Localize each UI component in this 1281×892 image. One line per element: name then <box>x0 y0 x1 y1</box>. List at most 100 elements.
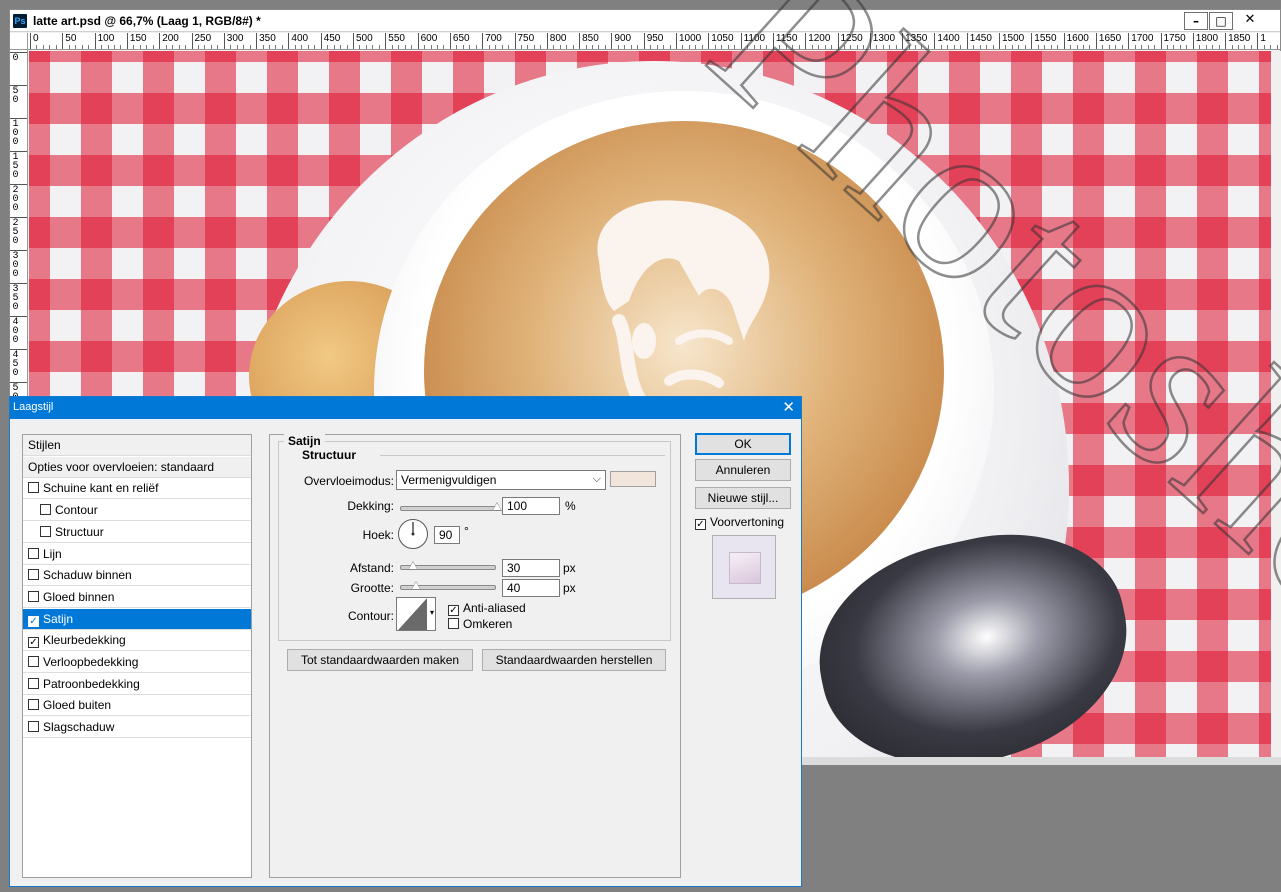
angle-input[interactable]: 90 <box>434 526 460 544</box>
opacity-input[interactable]: 100 <box>502 497 560 515</box>
distance-label: Afstand: <box>349 561 394 575</box>
style-list-item[interactable]: ✓ Kleurbedekking <box>23 630 251 652</box>
checkbox-icon[interactable] <box>28 699 39 711</box>
distance-input[interactable]: 30 <box>502 559 560 577</box>
style-list-item[interactable]: Verloopbedekking <box>23 652 251 673</box>
size-input[interactable]: 40 <box>502 579 560 597</box>
style-list-label: Schaduw binnen <box>43 568 132 583</box>
checkbox-icon[interactable]: ✓ <box>28 615 39 627</box>
style-list-label: Stijlen <box>28 438 61 452</box>
opacity-slider-thumb[interactable] <box>492 502 502 511</box>
ruler-minor-tick <box>411 45 413 49</box>
blend-mode-select[interactable]: Vermenigvuldigen ⌵ <box>396 470 606 490</box>
ruler-minor-tick <box>146 45 148 49</box>
checkbox-icon[interactable] <box>28 590 39 602</box>
distance-slider[interactable] <box>400 561 496 570</box>
ruler-tick-label: 350 <box>256 33 276 49</box>
ruler-minor-tick <box>695 45 697 49</box>
ok-button[interactable]: OK <box>695 433 791 455</box>
ruler-minor-tick <box>779 45 781 49</box>
new-style-button[interactable]: Nieuwe stijl... <box>695 487 791 509</box>
maximize-button[interactable]: □ <box>1209 12 1233 30</box>
opacity-slider[interactable] <box>400 502 502 511</box>
style-list-item[interactable]: Gloed buiten <box>23 695 251 717</box>
ruler-minor-tick <box>701 45 703 49</box>
dialog-titlebar[interactable]: Laagstijl ✕ <box>10 397 801 419</box>
dialog-close-icon[interactable]: ✕ <box>782 398 795 416</box>
close-window-button[interactable]: ✕ <box>1238 12 1262 30</box>
ruler-minor-tick <box>734 45 736 49</box>
style-list-item[interactable]: ✓ Satijn <box>23 608 251 630</box>
ruler-minor-tick <box>759 45 761 49</box>
reset-default-button[interactable]: Standaardwaarden herstellen <box>482 649 666 671</box>
document-titlebar[interactable]: Ps latte art.psd @ 66,7% (Laag 1, RGB/8#… <box>10 10 1280 32</box>
ruler-tick-label: 200 <box>159 33 179 49</box>
make-default-button[interactable]: Tot standaardwaarden maken <box>287 649 473 671</box>
angle-dial[interactable] <box>397 518 429 550</box>
distance-slider-thumb[interactable] <box>407 561 418 570</box>
ruler-minor-tick <box>940 45 942 49</box>
contour-label: Contour: <box>347 609 394 623</box>
style-list-item[interactable]: Patroonbedekking <box>23 674 251 695</box>
style-list-item[interactable]: Gloed binnen <box>23 587 251 608</box>
ruler-minor-tick <box>1173 45 1175 49</box>
ruler-origin[interactable] <box>10 33 28 50</box>
ruler-minor-tick <box>1205 45 1207 49</box>
ruler-minor-tick <box>747 45 749 49</box>
style-list-item[interactable]: Contour <box>23 500 251 522</box>
layer-style-dialog[interactable]: Laagstijl ✕ Stijlen Opties voor overvloei… <box>9 396 802 887</box>
ruler-minor-tick <box>979 45 981 49</box>
ruler-minor-tick <box>927 45 929 49</box>
ruler-minor-tick <box>75 45 77 49</box>
invert-checkbox[interactable]: Omkeren <box>448 617 512 631</box>
styles-list[interactable]: Stijlen Opties voor overvloeien: standaar… <box>22 434 252 878</box>
ruler-minor-tick <box>572 45 574 49</box>
style-list-label: Gloed buiten <box>43 698 112 713</box>
ruler-minor-tick <box>178 45 180 49</box>
checkbox-icon[interactable] <box>28 656 39 667</box>
ruler-minor-tick <box>688 45 690 49</box>
ruler-minor-tick <box>553 45 555 49</box>
size-slider[interactable] <box>400 581 496 590</box>
opacity-unit: % <box>565 499 576 513</box>
checkbox-icon[interactable] <box>28 677 39 689</box>
ruler-minor-tick <box>714 45 716 49</box>
checkbox-icon[interactable] <box>28 547 39 559</box>
style-list-item[interactable]: Stijlen <box>23 435 251 456</box>
style-list-item[interactable]: Schaduw binnen <box>23 565 251 587</box>
ruler-minor-tick <box>1186 45 1188 49</box>
cancel-button[interactable]: Annuleren <box>695 459 791 481</box>
ruler-minor-tick <box>107 45 109 49</box>
checkbox-icon[interactable] <box>40 525 51 537</box>
ruler-tick-label: 500 <box>353 33 373 49</box>
style-list-item[interactable]: Slagschaduw <box>23 717 251 739</box>
angle-label: Hoek: <box>362 528 394 542</box>
minimize-button[interactable]: – <box>1184 12 1208 30</box>
ruler-minor-tick <box>469 45 471 49</box>
checkbox-icon[interactable] <box>28 569 39 581</box>
ruler-minor-tick <box>172 45 174 49</box>
checkbox-icon[interactable] <box>28 482 39 494</box>
ruler-minor-tick <box>185 45 187 49</box>
anti-aliased-checkbox[interactable]: ✓ Anti-aliased <box>448 601 526 616</box>
preview-checkbox[interactable]: ✓ Voorvertoning <box>695 515 784 530</box>
anti-aliased-label: Anti-aliased <box>463 601 526 615</box>
checkbox-icon[interactable]: ✓ <box>28 637 39 649</box>
size-label: Grootte: <box>350 581 394 595</box>
style-list-item[interactable]: Structuur <box>23 522 251 543</box>
style-list-item[interactable]: Schuine kant en reliëf <box>23 478 251 500</box>
checkbox-icon[interactable] <box>40 504 51 516</box>
contour-picker[interactable]: ▾ <box>396 597 436 631</box>
style-list-item[interactable]: Lijn <box>23 544 251 565</box>
ruler-minor-tick <box>495 45 497 49</box>
color-swatch[interactable] <box>610 471 656 487</box>
ruler-minor-tick <box>1018 45 1020 49</box>
anti-aliased-check-icon: ✓ <box>448 605 459 616</box>
vertical-scrollbar[interactable] <box>1272 51 1281 757</box>
ruler-tick-label: 600 <box>417 33 437 49</box>
style-list-item[interactable]: Opties voor overvloeien: standaard <box>23 456 251 478</box>
size-slider-thumb[interactable] <box>411 581 422 590</box>
contour-curve-icon <box>398 598 427 630</box>
checkbox-icon[interactable] <box>28 721 39 733</box>
horizontal-ruler[interactable]: 0 50 100 150 200 250 300 350 400 450 500 550 600 650 7… <box>28 33 1280 50</box>
